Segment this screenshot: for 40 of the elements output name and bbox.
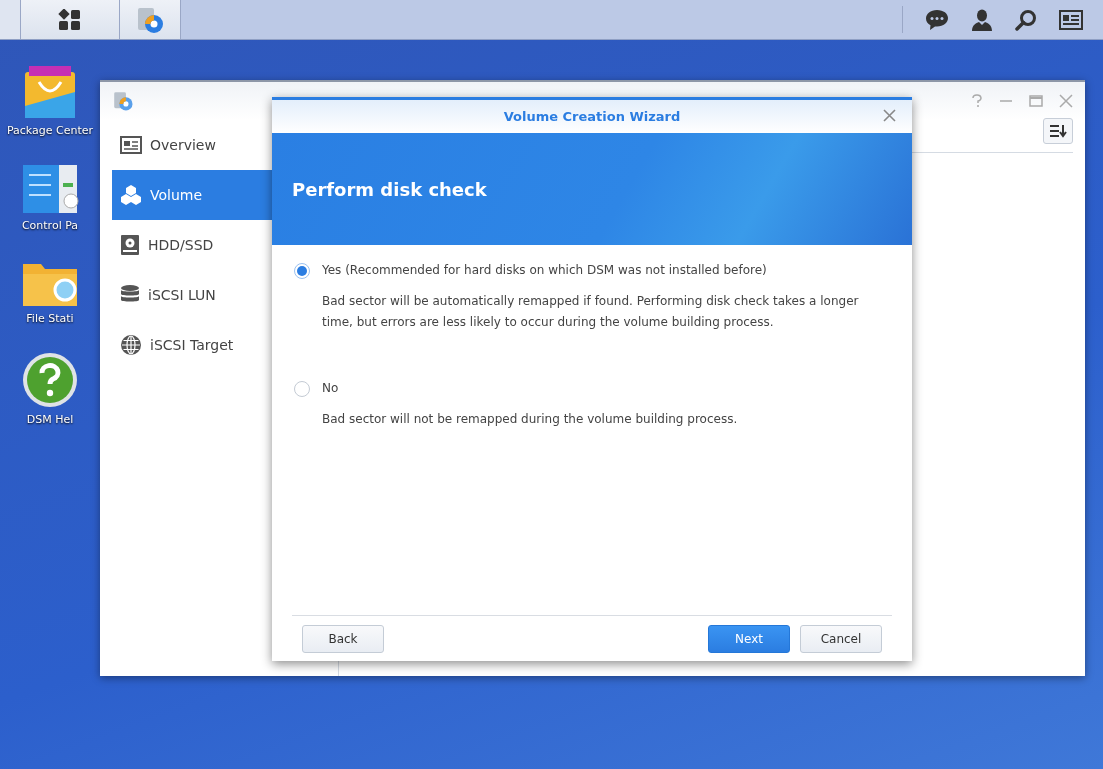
- option-description: Bad sector will not be remapped during the volume building process.: [322, 411, 739, 428]
- storage-app-taskbar-button[interactable]: [120, 0, 181, 39]
- storage-chart-icon: [112, 90, 134, 112]
- primary-button[interactable]: Next: [708, 624, 790, 653]
- option-label[interactable]: No: [322, 381, 890, 397]
- show-desktop-button[interactable]: [0, 0, 21, 39]
- search-icon[interactable]: [1015, 8, 1037, 31]
- control-panel-icon: [21, 163, 79, 215]
- secondary-button[interactable]: Back: [302, 624, 384, 653]
- id-card-icon: [120, 136, 142, 154]
- step-heading: Perform disk check: [292, 178, 487, 200]
- maximize-icon[interactable]: [1029, 94, 1043, 108]
- option-label[interactable]: Yes (Recommended for hard disks on which DSM was not installed before): [322, 263, 890, 279]
- desktop-icon-label[interactable]: Package Center: [2, 124, 98, 137]
- help-icon: [21, 351, 79, 409]
- help-icon[interactable]: [971, 94, 983, 108]
- globe-icon: [120, 334, 142, 356]
- close-icon[interactable]: [883, 109, 896, 122]
- desktop-icon-label[interactable]: File Stati: [2, 312, 98, 325]
- radio-button[interactable]: [294, 263, 310, 279]
- desktop-icon-label[interactable]: DSM Hel: [2, 413, 98, 426]
- desktop-icon-label[interactable]: Control Pa: [2, 219, 98, 232]
- user-icon[interactable]: [971, 8, 993, 31]
- sidebar-item[interactable]: iSCSI LUN: [112, 270, 272, 320]
- sidebar-item[interactable]: Overview: [112, 120, 272, 170]
- close-icon[interactable]: [1059, 94, 1073, 108]
- radio-button[interactable]: [294, 381, 310, 397]
- sort-button[interactable]: [1043, 118, 1073, 144]
- sidebar-item[interactable]: iSCSI Target: [112, 320, 272, 370]
- id-card-icon[interactable]: [1059, 9, 1083, 30]
- grid-icon: [58, 8, 82, 31]
- main-menu-button[interactable]: [21, 0, 120, 39]
- sort-icon: [1049, 124, 1067, 138]
- option-description: Bad sector will be automatically remapped if found. Performing disk check takes a longer time, but errors are less likely to occur during the volume building process.: [322, 293, 860, 331]
- cubes-icon: [120, 184, 142, 206]
- dialog-title: Volume Creation Wizard: [503, 109, 681, 124]
- chat-bubble-icon[interactable]: [925, 8, 949, 31]
- sidebar-item[interactable]: Volume: [112, 170, 272, 220]
- sidebar-item[interactable]: HDD/SSD: [112, 220, 272, 270]
- secondary-button[interactable]: Cancel: [800, 624, 882, 653]
